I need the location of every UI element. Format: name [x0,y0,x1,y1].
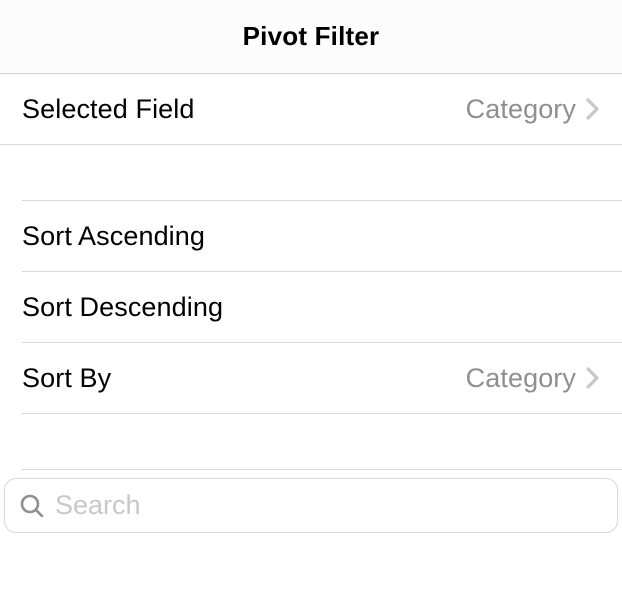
section-gap [22,414,622,470]
page-title: Pivot Filter [243,21,380,52]
sort-by-label: Sort By [22,363,111,394]
selected-field-row[interactable]: Selected Field Category [0,74,622,145]
chevron-right-icon [586,367,600,389]
sort-ascending-label: Sort Ascending [22,221,205,252]
selected-field-label: Selected Field [22,94,195,125]
search-icon [19,493,45,519]
sort-ascending-row[interactable]: Sort Ascending [22,201,622,272]
search-box[interactable] [4,478,618,533]
selected-field-value: Category [466,94,576,125]
section-gap [22,145,622,201]
sort-by-value: Category [466,363,576,394]
sort-descending-label: Sort Descending [22,292,223,323]
search-section [0,470,622,533]
header: Pivot Filter [0,0,622,74]
sort-descending-row[interactable]: Sort Descending [22,272,622,343]
search-input[interactable] [55,490,603,521]
sort-by-row[interactable]: Sort By Category [22,343,622,414]
chevron-right-icon [586,98,600,120]
sort-by-right: Category [466,363,600,394]
selected-field-right: Category [466,94,600,125]
